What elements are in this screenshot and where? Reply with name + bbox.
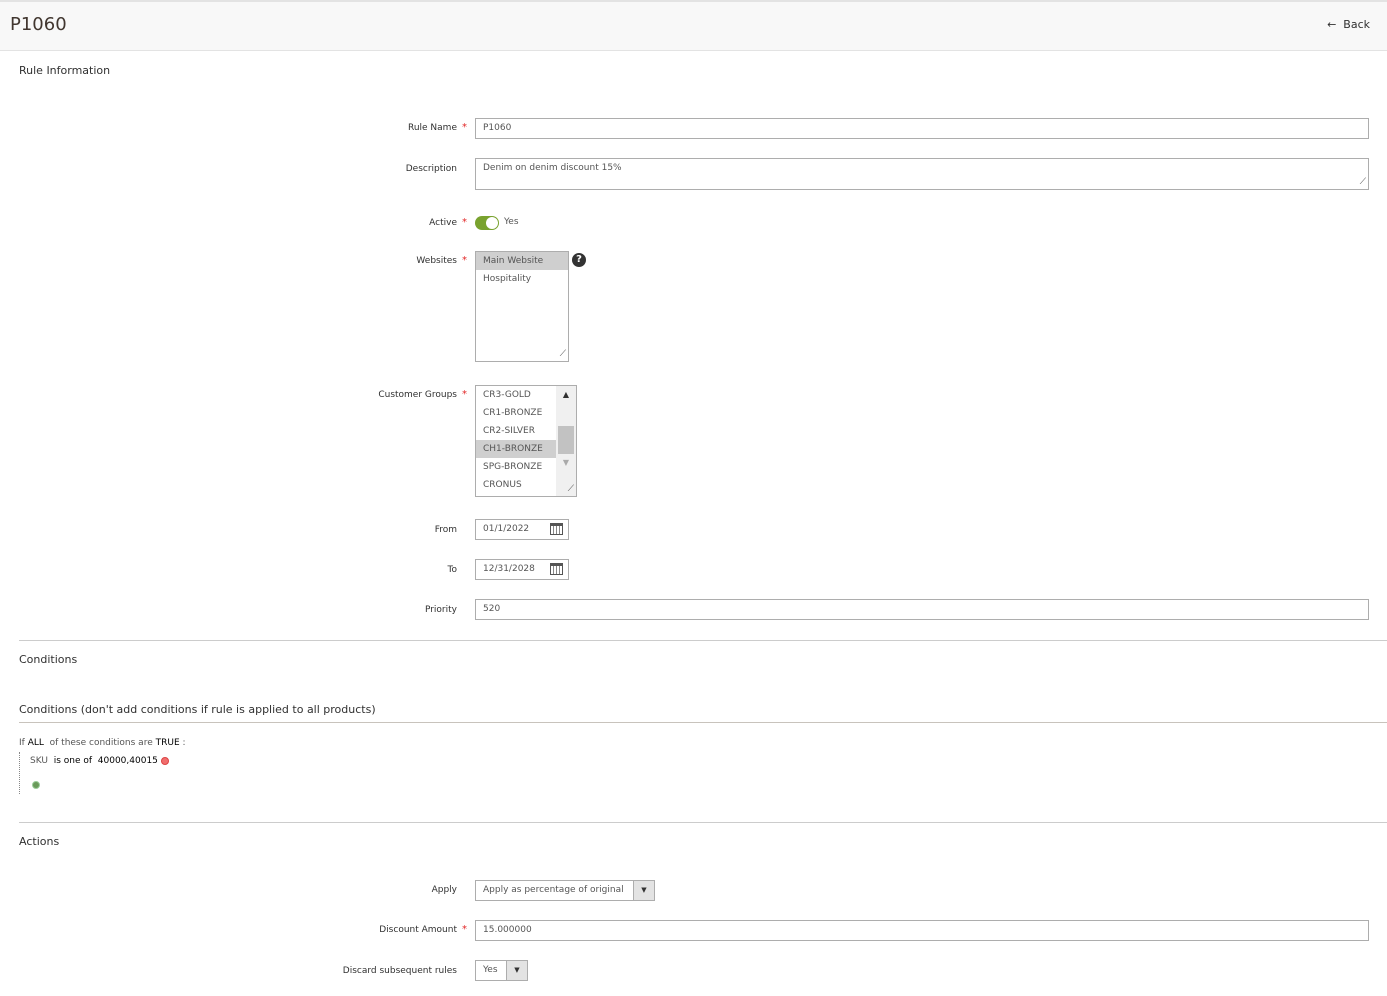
apply-select[interactable]: Apply as percentage of original ▼ xyxy=(475,880,655,901)
website-option[interactable]: Hospitality xyxy=(476,270,568,288)
customer-group-option[interactable]: CR2-SILVER xyxy=(476,422,556,440)
remove-condition-icon[interactable] xyxy=(160,756,169,765)
condition-operator[interactable]: is one of xyxy=(54,756,92,766)
aggregator-select[interactable]: ALL xyxy=(28,738,44,748)
from-date-input[interactable]: 01/1/2022 xyxy=(475,519,569,540)
resize-grip-icon[interactable]: ⟋ xyxy=(1360,177,1366,187)
discard-value: Yes xyxy=(483,965,498,975)
description-value: Denim on denim discount 15% xyxy=(483,163,622,173)
back-label: Back xyxy=(1343,18,1370,31)
scroll-down-icon[interactable]: ▼ xyxy=(556,458,576,467)
discard-subsequent-rules-select[interactable]: Yes ▼ xyxy=(475,960,528,981)
discount-amount-input[interactable]: 15.000000 xyxy=(475,920,1369,941)
colon-text: : xyxy=(182,738,186,748)
scroll-up-icon[interactable]: ▲ xyxy=(556,390,576,399)
active-label: Active xyxy=(429,218,457,228)
condition-value[interactable]: 40000,40015 xyxy=(98,756,158,766)
page-title: P1060 xyxy=(10,14,67,35)
customer-groups-label: Customer Groups xyxy=(378,390,457,400)
value-select[interactable]: TRUE xyxy=(156,738,180,748)
chevron-down-icon: ▼ xyxy=(506,961,527,980)
help-icon[interactable]: ? xyxy=(572,253,586,267)
from-label: From xyxy=(434,525,457,535)
required-marker: * xyxy=(462,122,467,133)
discount-amount-label: Discount Amount xyxy=(379,925,457,935)
calendar-icon[interactable] xyxy=(550,563,563,575)
condition-row: SKU is one of 40000,40015 xyxy=(30,756,169,766)
resize-grip-icon[interactable]: ⟋ xyxy=(568,484,574,494)
section-conditions[interactable]: Conditions xyxy=(19,653,77,666)
arrow-left-icon: ← xyxy=(1327,18,1337,31)
conditions-middle-text: of these conditions are xyxy=(49,738,153,748)
back-button[interactable]: ← Back xyxy=(1327,18,1370,31)
customer-groups-multiselect[interactable]: CR3-GOLD CR1-BRONZE CR2-SILVER CH1-BRONZ… xyxy=(475,385,577,497)
required-marker: * xyxy=(462,924,467,935)
customer-group-option[interactable]: CH1-BRONZE xyxy=(476,440,556,458)
website-option[interactable]: Main Website xyxy=(476,252,568,270)
to-date-input[interactable]: 12/31/2028 xyxy=(475,559,569,580)
divider xyxy=(19,722,1387,723)
from-value: 01/1/2022 xyxy=(483,524,530,534)
priority-input[interactable]: 520 xyxy=(475,599,1369,620)
to-label: To xyxy=(447,565,457,575)
priority-label: Priority xyxy=(424,605,457,615)
description-label: Description xyxy=(405,164,457,174)
scrollbar-thumb[interactable] xyxy=(558,426,574,454)
description-textarea[interactable]: Denim on denim discount 15% ⟋ xyxy=(475,158,1369,190)
customer-group-option[interactable]: CR3-GOLD xyxy=(476,386,556,404)
calendar-icon[interactable] xyxy=(550,523,563,535)
customer-group-option[interactable]: CRONUS xyxy=(476,476,556,494)
add-condition-icon[interactable] xyxy=(32,781,40,789)
active-value: Yes xyxy=(504,217,519,227)
active-toggle[interactable] xyxy=(475,216,499,230)
websites-multiselect[interactable]: Main Website Hospitality ⟋ xyxy=(475,251,569,362)
rule-name-input[interactable]: P1060 xyxy=(475,118,1369,139)
apply-label: Apply xyxy=(431,885,457,895)
conditions-sentence: If ALL of these conditions are TRUE : xyxy=(19,738,186,748)
page-header xyxy=(0,0,1387,51)
divider xyxy=(19,822,1387,823)
chevron-down-icon: ▼ xyxy=(633,881,654,900)
if-text: If xyxy=(19,738,25,748)
customer-group-option[interactable]: CR1-BRONZE xyxy=(476,404,556,422)
divider xyxy=(19,640,1387,641)
to-value: 12/31/2028 xyxy=(483,564,535,574)
required-marker: * xyxy=(462,217,467,228)
section-actions[interactable]: Actions xyxy=(19,835,59,848)
required-marker: * xyxy=(462,389,467,400)
scrollbar[interactable]: ▲ ▼ xyxy=(556,386,576,496)
conditions-subtitle: Conditions (don't add conditions if rule… xyxy=(19,703,376,716)
apply-value: Apply as percentage of original xyxy=(483,885,624,895)
websites-label: Websites xyxy=(416,256,457,266)
section-rule-information: Rule Information xyxy=(19,64,111,77)
discard-subsequent-rules-label: Discard subsequent rules xyxy=(342,966,457,976)
condition-attribute: SKU xyxy=(30,756,48,766)
customer-group-option[interactable]: SPG-BRONZE xyxy=(476,458,556,476)
required-marker: * xyxy=(462,255,467,266)
rule-name-label: Rule Name xyxy=(407,123,457,133)
resize-grip-icon[interactable]: ⟋ xyxy=(560,349,566,359)
conditions-tree xyxy=(19,752,20,794)
